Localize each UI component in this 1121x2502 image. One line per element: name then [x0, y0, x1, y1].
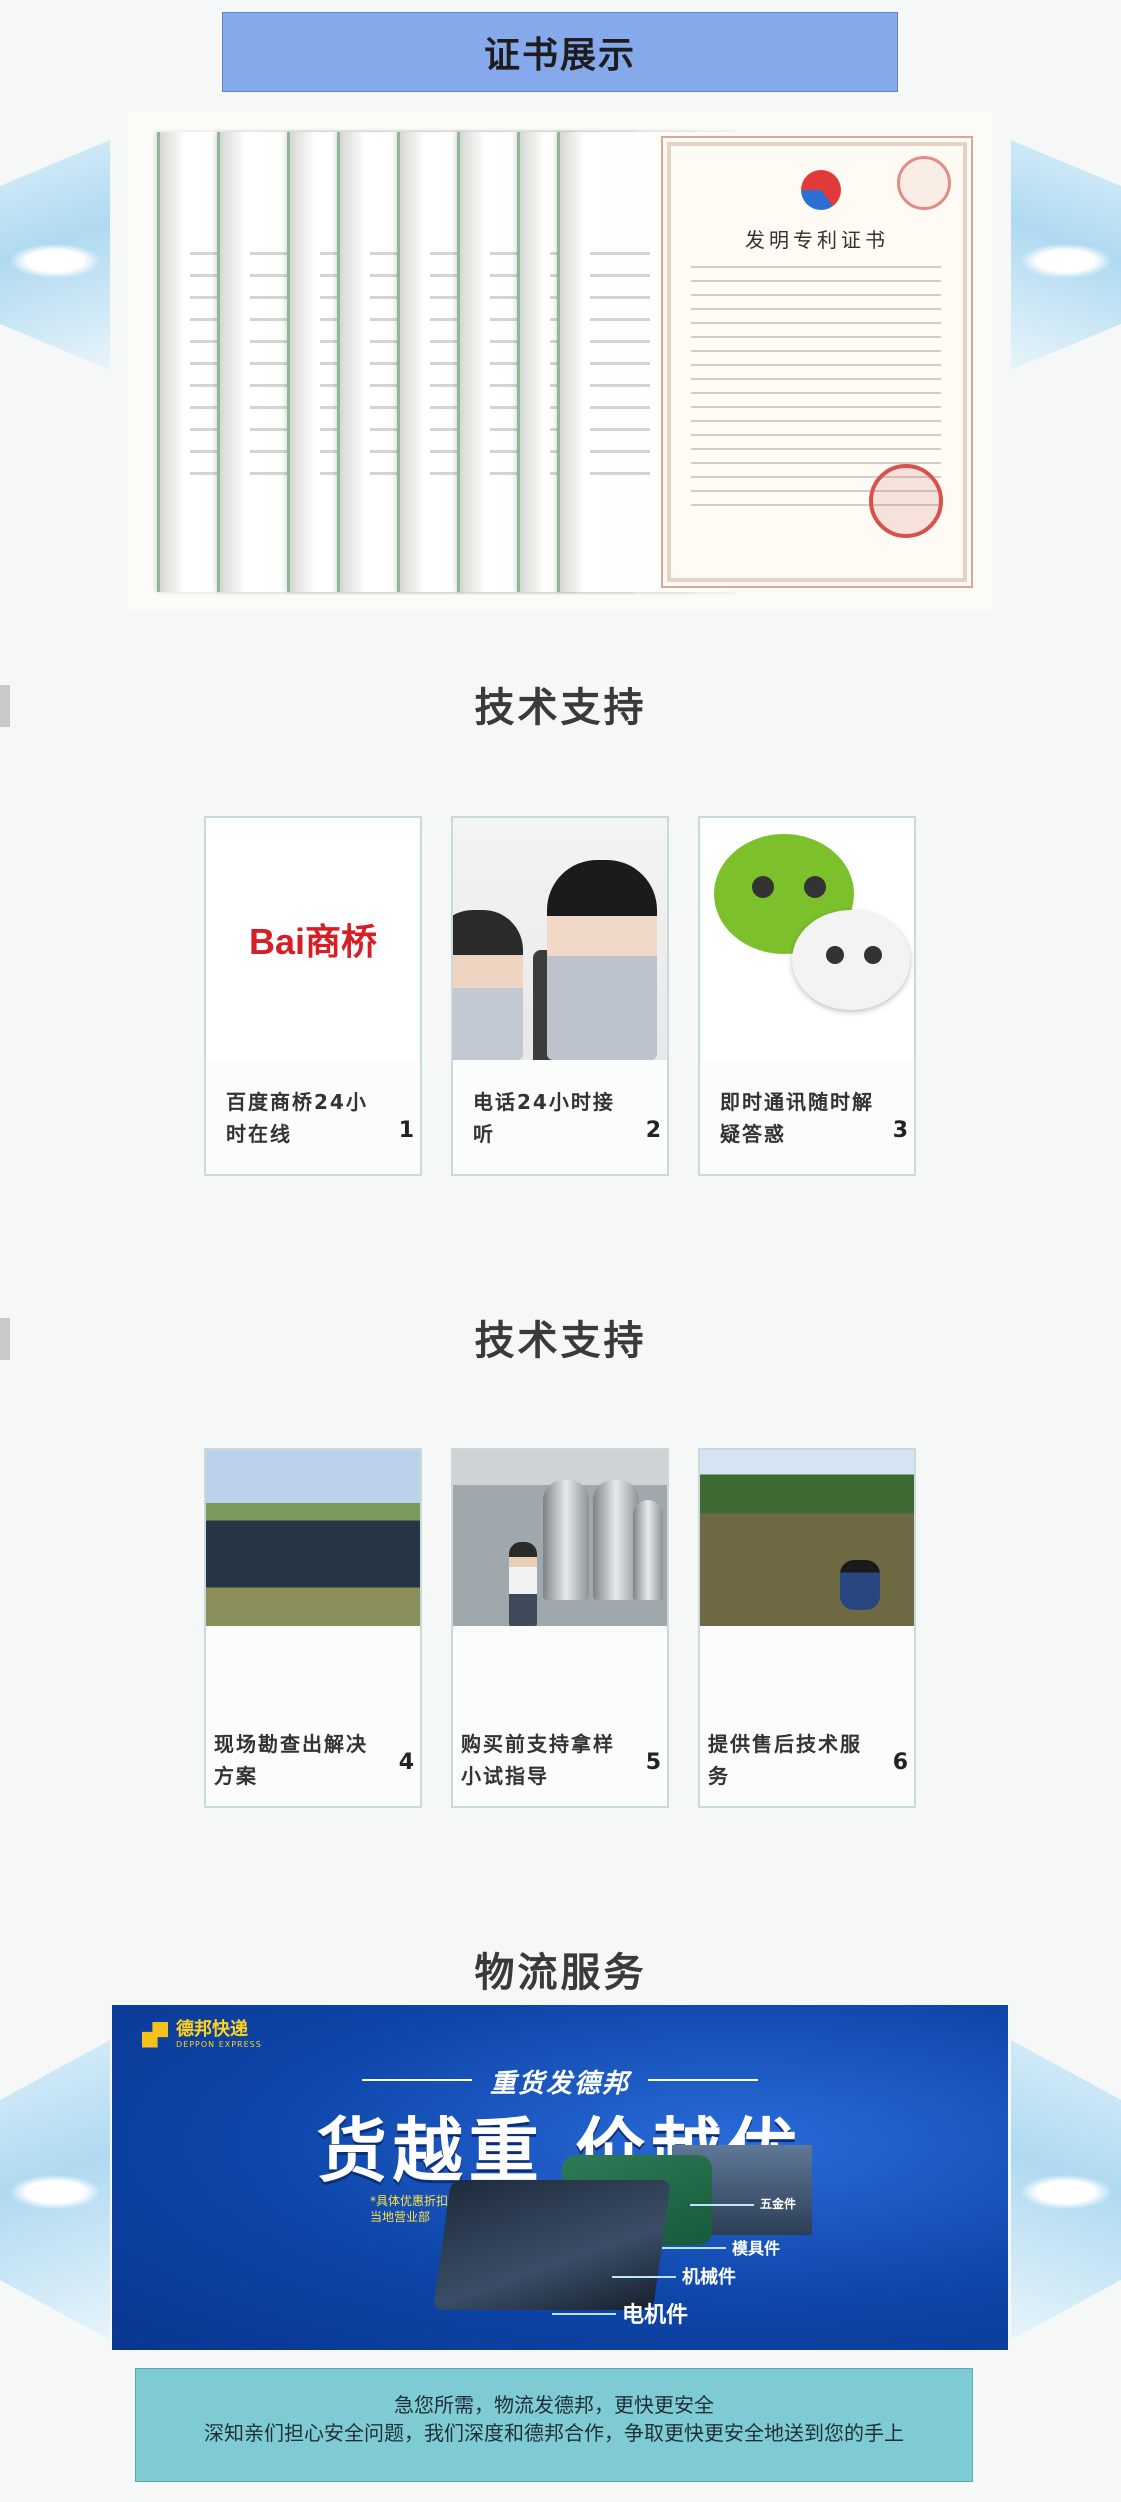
decorative-prism-left	[0, 140, 110, 370]
call-center-photo	[453, 818, 667, 1060]
factory-tanks-photo	[453, 1450, 667, 1626]
card-number: 3	[892, 1118, 908, 1143]
decorative-prism-left-bottom	[0, 2040, 110, 2340]
card-number: 1	[398, 1118, 414, 1143]
patent-office-logo-icon	[801, 170, 841, 210]
section-title-tech-support: 技术支持	[474, 1318, 647, 1364]
stamp-icon	[897, 156, 951, 210]
pond-inspection-photo	[700, 1450, 914, 1626]
notice-line: 深知亲们担心安全问题，我们深度和德邦合作，争取更快更安全地送到您的手上	[204, 2421, 904, 2445]
card-number: 6	[892, 1750, 908, 1775]
callout-label: 电机件	[551, 2297, 688, 2329]
card-caption: 即时通讯随时解疑答惑	[720, 1090, 874, 1146]
river-site-photo	[206, 1450, 420, 1626]
card-number: 4	[398, 1750, 414, 1775]
support-card-baidu[interactable]: Bai商桥 百度商桥24小时在线 1	[204, 816, 422, 1176]
deppon-logo: 德邦快递 DEPPON EXPRESS	[142, 2020, 262, 2049]
brand-name: 德邦快递	[176, 2019, 248, 2040]
card-caption: 电话24小时接听	[473, 1090, 615, 1146]
section-title-logistics: 物流服务	[474, 1950, 647, 1996]
logistics-notice: 急您所需，物流发德邦，更快更安全 深知亲们担心安全问题，我们深度和德邦合作，争取…	[135, 2368, 973, 2482]
card-number: 2	[645, 1118, 661, 1143]
wechat-icon	[700, 818, 914, 1060]
callout-label: 模具件	[661, 2235, 780, 2259]
notice-line: 急您所需，物流发德邦，更快更安全	[394, 2393, 714, 2417]
official-seal-icon	[869, 464, 943, 538]
baidu-logo-icon: Bai商桥	[248, 921, 378, 962]
card-caption: 现场勘查出解决方案	[214, 1732, 368, 1788]
card-caption: 购买前支持拿样小试指导	[461, 1732, 615, 1788]
service-card-sample-trial[interactable]: 购买前支持拿样小试指导 5	[451, 1448, 669, 1808]
support-card-wechat[interactable]: 即时通讯随时解疑答惑 3	[698, 816, 916, 1176]
callout-label: 五金件	[689, 2197, 797, 2211]
section-title-tech-support: 技术支持	[474, 685, 647, 731]
certificates-title: 证书展示	[222, 12, 898, 92]
decorative-prism-right	[1011, 140, 1121, 370]
logistics-banner[interactable]: 德邦快递 DEPPON EXPRESS 重货发德邦 货越重 价越优 *具体优惠折…	[112, 2005, 1008, 2350]
card-caption: 提供售后技术服务	[708, 1732, 862, 1788]
decorative-prism-right-bottom	[1011, 2040, 1121, 2340]
service-card-after-sales[interactable]: 提供售后技术服务 6	[698, 1448, 916, 1808]
baidu-shangqiao-logo: Bai商桥	[206, 818, 420, 1060]
card-number: 5	[645, 1750, 661, 1775]
engine-illustration	[432, 2180, 672, 2310]
brand-subtitle: DEPPON EXPRESS	[176, 2040, 262, 2049]
certificate-heading: 发明专利证书	[745, 228, 889, 252]
certificate-gallery: 发明专利证书	[127, 112, 993, 610]
deppon-logo-icon	[142, 2021, 168, 2048]
service-card-site-survey[interactable]: 现场勘查出解决方案 4	[204, 1448, 422, 1808]
support-card-phone[interactable]: 电话24小时接听 2	[451, 816, 669, 1176]
callout-label: 机械件	[612, 2263, 736, 2289]
card-caption: 百度商桥24小时在线	[226, 1090, 368, 1146]
patent-certificate[interactable]: 发明专利证书	[667, 142, 967, 582]
